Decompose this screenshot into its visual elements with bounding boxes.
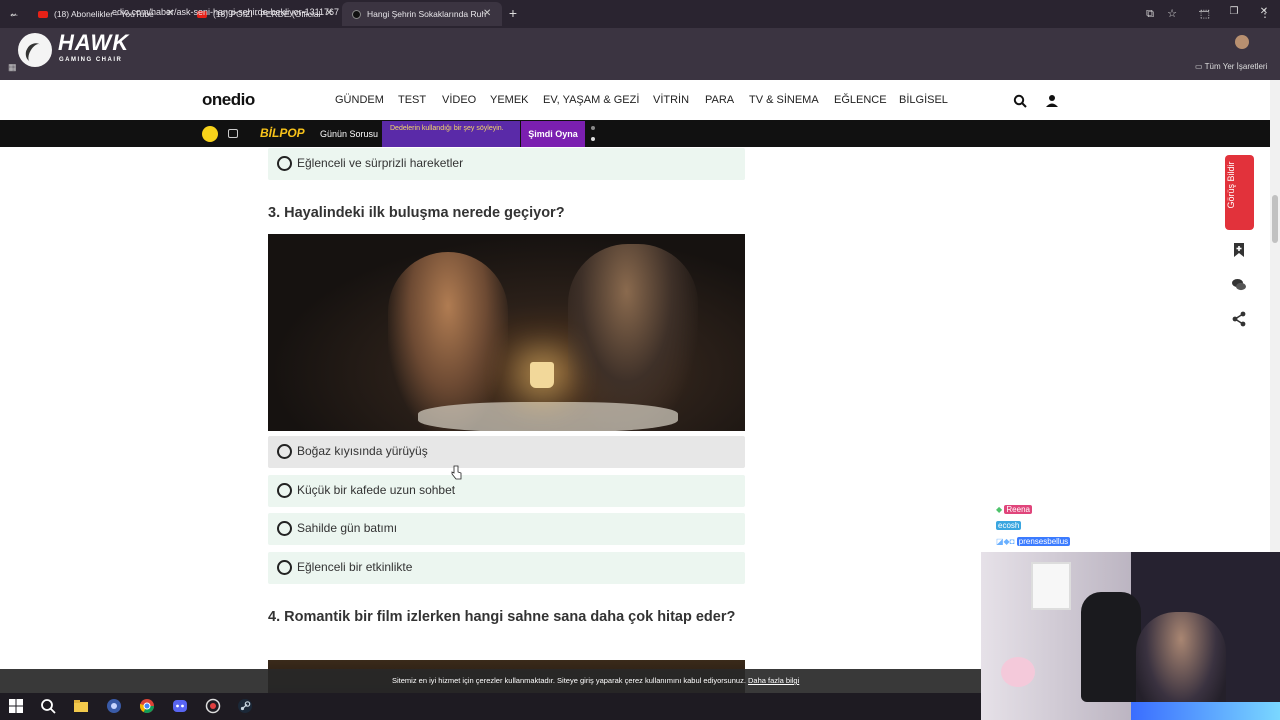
- share-icon[interactable]: [1231, 311, 1247, 327]
- discord-icon[interactable]: [172, 698, 188, 714]
- folder-icon: ▭: [1195, 62, 1203, 71]
- cookie-more-info-link[interactable]: Daha fazla bilgi: [748, 676, 799, 685]
- answer-option[interactable]: Sahilde gün batımı: [268, 513, 745, 545]
- recording-app-icon[interactable]: [205, 698, 221, 714]
- hawk-emblem: [18, 33, 52, 67]
- extensions-icon[interactable]: ⬚: [1198, 7, 1212, 21]
- chrome-icon[interactable]: [139, 698, 155, 714]
- cookie-text: Sitemiz en iyi hizmet için çerezler kull…: [392, 676, 748, 685]
- answer-label: Eğlenceli bir etkinlikte: [297, 560, 413, 574]
- restore-icon[interactable]: ❐: [1226, 6, 1242, 17]
- search-taskbar-icon[interactable]: [40, 698, 56, 714]
- feather-icon: [22, 39, 48, 67]
- chat-message: ◆ Reena : as: [996, 505, 1047, 514]
- menu-dots-icon[interactable]: ⋮: [1258, 7, 1272, 21]
- bookmark-star-icon[interactable]: ☆: [1165, 7, 1179, 21]
- nav-eglence[interactable]: EĞLENCE: [834, 94, 887, 106]
- image-lamp: [530, 362, 554, 388]
- nav-gundem[interactable]: GÜNDEM: [335, 94, 384, 106]
- chat-text: : as: [1034, 505, 1048, 514]
- bookmarks-bar: [0, 56, 1280, 80]
- bilpop-logo[interactable]: BİLPOP: [260, 126, 305, 140]
- chat-text: : as hgg: [1072, 537, 1101, 546]
- answer-option[interactable]: Boğaz kıyısında yürüyüş: [268, 436, 745, 468]
- badges-icon: ◪◆◘: [996, 537, 1015, 546]
- diamond-badge-icon: ◆: [996, 505, 1003, 514]
- nav-para[interactable]: PARA: [705, 94, 734, 106]
- onedio-logo[interactable]: onedio: [202, 90, 255, 110]
- image-table: [418, 402, 678, 431]
- profile-avatar[interactable]: [1235, 35, 1249, 49]
- ticket-icon[interactable]: [228, 129, 238, 138]
- cast-icon[interactable]: ⧉: [1143, 7, 1157, 21]
- address-bar: [0, 28, 1280, 56]
- question-4-title: 4. Romantik bir film izlerken hangi sahn…: [268, 609, 736, 625]
- nav-vitrin[interactable]: VİTRİN: [653, 94, 689, 106]
- answer-option[interactable]: Eğlenceli ve sürprizli hareketler: [268, 148, 745, 180]
- user-icon[interactable]: [1045, 94, 1059, 108]
- radio-button[interactable]: [277, 560, 292, 575]
- answer-label: Küçük bir kafede uzun sohbet: [297, 483, 456, 497]
- promo-strip: [0, 120, 1270, 147]
- cookie-notice: Sitemiz en iyi hizmet için çerezler kull…: [392, 676, 799, 685]
- nav-ev-yasam-gezi[interactable]: EV, YAŞAM & GEZİ: [543, 94, 639, 106]
- hawk-brand-subtext: GAMING CHAIR: [59, 57, 123, 63]
- feedback-label: Görüş Bildir: [1226, 161, 1236, 209]
- onedio-icon: [352, 10, 361, 20]
- game-icon[interactable]: [202, 126, 218, 142]
- play-now-button[interactable]: Şimdi Oyna: [521, 121, 585, 147]
- chat-text: : aşk yani love: [1023, 521, 1075, 530]
- close-tab-icon[interactable]: ✕: [483, 7, 491, 21]
- radio-button[interactable]: [277, 156, 292, 171]
- answer-label: Sahilde gün batımı: [297, 521, 398, 535]
- webcam-gaming-chair: [1081, 592, 1141, 702]
- nav-yemek[interactable]: YEMEK: [490, 94, 529, 106]
- steam-icon[interactable]: [237, 698, 253, 714]
- nav-video[interactable]: VİDEO: [442, 94, 476, 106]
- radio-button[interactable]: [277, 521, 292, 536]
- tab-title: Hangi Şehrin Sokaklarında Ruh: [367, 9, 487, 19]
- webcam-plush-toy: [1001, 657, 1035, 687]
- promo-question-text: Dedelerin kullandığı bir şey söyleyin.: [390, 125, 504, 132]
- nav-tv-sinema[interactable]: TV & SİNEMA: [749, 94, 819, 106]
- hawk-logo-overlay: HAWK GAMING CHAIR: [18, 30, 128, 70]
- chat-username: Reena: [1004, 505, 1032, 514]
- search-icon[interactable]: [1013, 94, 1027, 108]
- question-3-image: [268, 234, 745, 431]
- hawk-brand-text: HAWK: [58, 30, 130, 55]
- all-bookmarks[interactable]: ▭ Tüm Yer İşaretleri: [1195, 62, 1267, 71]
- tab-onedio-active[interactable]: Hangi Şehrin Sokaklarında Ruh: [342, 2, 502, 26]
- app-icon-blue[interactable]: [106, 698, 122, 714]
- webcam-picture-frame: [1031, 562, 1071, 610]
- all-bookmarks-label: Tüm Yer İşaretleri: [1204, 62, 1268, 71]
- answer-option[interactable]: Küçük bir kafede uzun sohbet: [268, 475, 745, 507]
- nav-bilgisel[interactable]: BİLGİSEL: [899, 94, 948, 106]
- chat-message: ◪◆◘ prensesbellus : as hgg: [996, 537, 1101, 546]
- youtube-icon: [38, 11, 48, 19]
- chat-username: ecosh: [996, 521, 1022, 530]
- comments-icon[interactable]: [1231, 277, 1247, 293]
- webcam-neon-light: [1131, 702, 1280, 720]
- chat-message: ecosh : aşk yani love: [996, 521, 1074, 530]
- webcam-overlay: [981, 552, 1280, 720]
- bookmark-add-icon[interactable]: [1231, 242, 1247, 258]
- daily-question-label: Günün Sorusu: [320, 129, 379, 139]
- carousel-dots-icon[interactable]: [591, 125, 595, 143]
- windows-start-icon[interactable]: [8, 698, 24, 714]
- radio-button[interactable]: [277, 444, 292, 459]
- question-3-title: 3. Hayalindeki ilk buluşma nerede geçiyo…: [268, 205, 565, 221]
- url-field[interactable]: edio.com/haber/ask-seni-hangi-sehirde-be…: [112, 7, 339, 17]
- answer-label: Boğaz kıyısında yürüyüş: [297, 444, 428, 458]
- nav-test[interactable]: TEST: [398, 94, 426, 106]
- answer-option[interactable]: Eğlenceli bir etkinlikte: [268, 552, 745, 584]
- answer-label: Eğlenceli ve sürprizli hareketler: [297, 156, 464, 170]
- radio-button[interactable]: [277, 483, 292, 498]
- back-arrow-icon[interactable]: ←: [8, 6, 20, 20]
- chat-username: prensesbellus: [1016, 537, 1071, 546]
- scrollbar-thumb[interactable]: [1272, 195, 1278, 243]
- hand-cursor-icon: [451, 465, 462, 480]
- file-explorer-icon[interactable]: [73, 698, 89, 714]
- new-tab-button[interactable]: +: [505, 5, 521, 21]
